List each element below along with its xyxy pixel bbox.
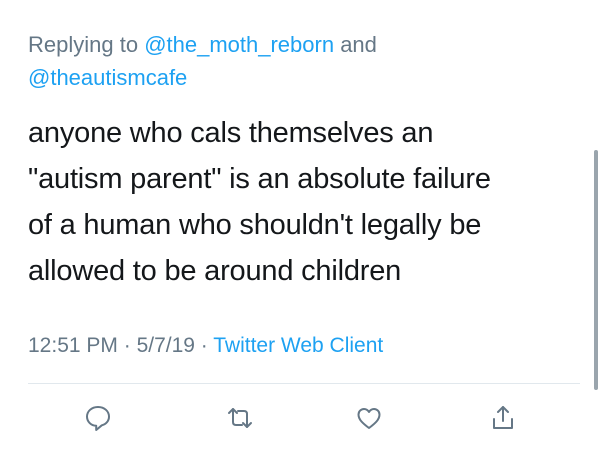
meta-separator: · xyxy=(117,334,137,357)
retweet-icon xyxy=(228,408,252,428)
replying-to-conjunction: and xyxy=(334,32,377,57)
tweet-text-line: "autism parent" is an absolute failure xyxy=(28,163,491,195)
retweet-button[interactable] xyxy=(220,400,260,436)
source-client-link[interactable]: Twitter Web Client xyxy=(213,334,383,357)
mention-link-the-moth-reborn[interactable]: @the_moth_reborn xyxy=(144,32,334,57)
reply-button[interactable] xyxy=(78,400,118,436)
divider xyxy=(28,383,580,384)
tweet-time[interactable]: 12:51 PM xyxy=(28,334,118,357)
tweet-actions-bar xyxy=(0,400,600,436)
replying-to-line: Replying to @the_moth_reborn and @theaut… xyxy=(28,28,568,94)
reply-icon xyxy=(86,406,110,431)
like-button[interactable] xyxy=(349,400,389,436)
tweet-date[interactable]: 5/7/19 xyxy=(137,334,195,357)
tweet-text: anyone who cals themselves an "autism pa… xyxy=(28,110,588,294)
tweet-detail: Replying to @the_moth_reborn and @theaut… xyxy=(0,0,600,456)
tweet-text-line: of a human who shouldn't legally be xyxy=(28,209,482,241)
meta-separator: · xyxy=(194,334,214,357)
tweet-text-line: anyone who cals themselves an xyxy=(28,117,434,149)
share-icon xyxy=(493,406,513,429)
tweet-text-line: allowed to be around children xyxy=(28,255,402,287)
replying-to-label: Replying to xyxy=(28,32,145,57)
tweet-metadata: 12:51 PM · 5/7/19 · Twitter Web Client xyxy=(28,333,383,359)
mention-link-theautismcafe[interactable]: @theautismcafe xyxy=(28,65,187,90)
scrollbar[interactable] xyxy=(594,150,598,390)
like-icon xyxy=(357,408,381,429)
share-button[interactable] xyxy=(483,400,523,436)
